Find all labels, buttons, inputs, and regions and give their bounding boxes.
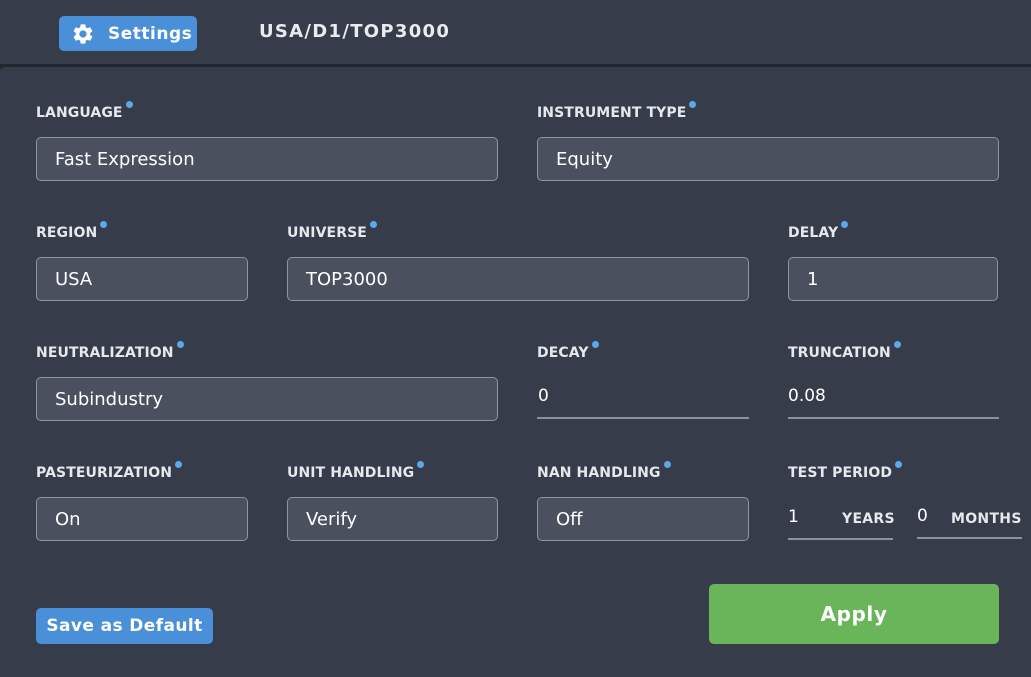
months-unit-label: MONTHS [951,511,1022,527]
save-as-default-button[interactable]: Save as Default [36,608,213,644]
info-dot-icon[interactable] [176,341,184,348]
nan-handling-select[interactable]: Off [537,497,749,541]
gear-icon [73,23,93,44]
delay-label: DELAY [788,221,849,241]
nan-handling-label: NAN HANDLING [537,461,671,481]
info-dot-icon[interactable] [125,101,133,108]
years-unit-label: YEARS [842,511,895,527]
instrument-type-select[interactable]: Equity [537,137,999,181]
universe-label: UNIVERSE [287,221,377,241]
apply-button[interactable]: Apply [709,584,999,644]
universe-select[interactable]: TOP3000 [287,257,749,301]
settings-button[interactable]: Settings [59,16,197,51]
header-bar: Settings USA/D1/TOP3000 [0,0,1031,64]
pasteurization-select[interactable]: On [36,497,248,541]
decay-label: DECAY [537,341,599,361]
truncation-input[interactable]: 0.08 [788,375,999,419]
info-dot-icon[interactable] [100,221,108,228]
breadcrumb: USA/D1/TOP3000 [259,21,451,42]
test-period-label: TEST PERIOD [788,461,903,481]
pasteurization-label: PASTEURIZATION [36,461,183,481]
delay-select[interactable]: 1 [788,257,998,301]
region-select[interactable]: USA [36,257,248,301]
info-dot-icon[interactable] [591,341,599,348]
info-dot-icon[interactable] [175,461,183,468]
language-select[interactable]: Fast Expression [36,137,498,181]
info-dot-icon[interactable] [369,221,377,228]
region-label: REGION [36,221,108,241]
neutralization-select[interactable]: Subindustry [36,377,498,421]
info-dot-icon[interactable] [893,341,901,348]
settings-button-label: Settings [108,23,193,44]
unit-handling-label: UNIT HANDLING [287,461,425,481]
test-period-years-value: 1 [788,507,799,527]
info-dot-icon[interactable] [689,101,697,108]
info-dot-icon[interactable] [841,221,849,228]
instrument-type-label: INSTRUMENT TYPE [537,101,697,121]
info-dot-icon[interactable] [663,461,671,468]
language-label: LANGUAGE [36,101,133,121]
test-period-months-value: 0 [917,506,928,526]
truncation-label: TRUNCATION [788,341,901,361]
unit-handling-select[interactable]: Verify [287,497,498,541]
decay-input[interactable]: 0 [537,375,749,419]
neutralization-label: NEUTRALIZATION [36,341,184,361]
info-dot-icon[interactable] [895,461,903,468]
info-dot-icon[interactable] [417,461,425,468]
